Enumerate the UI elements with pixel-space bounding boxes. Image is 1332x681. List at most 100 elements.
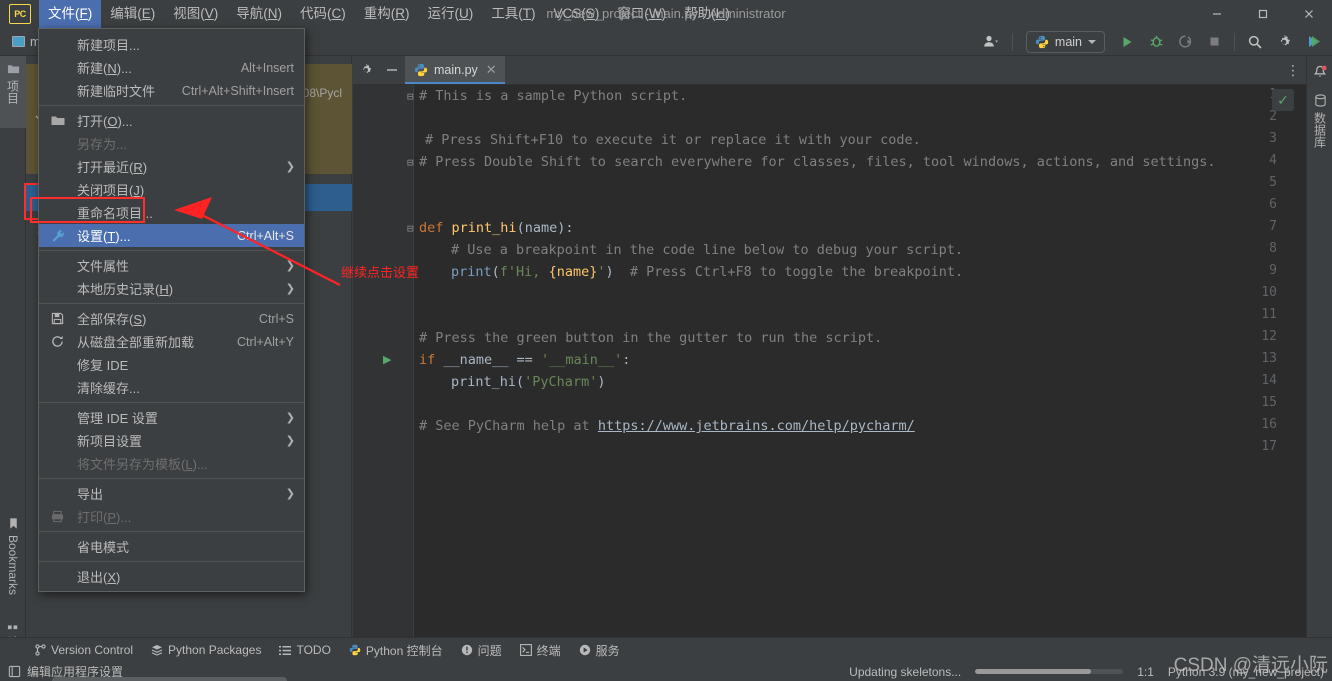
file-menu-item-16[interactable]: 新项目设置❯ <box>39 429 304 452</box>
menubar-item-8[interactable]: VCS(S) <box>545 0 609 28</box>
file-menu-item-20[interactable]: 省电模式 <box>39 535 304 558</box>
code-line-12: # Press the green button in the gutter t… <box>419 327 882 349</box>
file-menu-item-18[interactable]: 导出❯ <box>39 482 304 505</box>
bottom-bar-item-todo[interactable]: TODO <box>270 638 339 663</box>
menubar-item-2[interactable]: 视图(V) <box>164 0 227 28</box>
menubar-item-3[interactable]: 导航(N) <box>227 0 291 28</box>
bottom-bar-item--[interactable]: 服务 <box>570 638 629 663</box>
close-button[interactable] <box>1286 0 1332 28</box>
maximize-button[interactable] <box>1240 0 1286 28</box>
file-menu-item-accelerator: Ctrl+Alt+Y <box>237 335 294 349</box>
file-menu-item-accelerator: Alt+Insert <box>241 61 294 75</box>
line-number: 12 <box>1261 329 1277 344</box>
line-number: 13 <box>1261 351 1277 366</box>
file-menu-separator <box>39 531 304 532</box>
python-icon <box>1035 35 1049 49</box>
sidebar-item-project[interactable]: 项目 <box>0 56 26 128</box>
file-menu-item-13[interactable]: 修复 IDE <box>39 353 304 376</box>
stop-icon[interactable] <box>1201 30 1227 54</box>
file-menu-item-1[interactable]: 新建(N)... Alt+Insert <box>39 56 304 79</box>
todo-list-icon <box>279 645 291 656</box>
caret-position[interactable]: 1:1 <box>1137 665 1154 679</box>
annotation-callout-text: 继续点击设置 <box>341 262 419 281</box>
run-gutter-icon[interactable]: ▶ <box>383 353 391 366</box>
packages-icon <box>151 644 163 656</box>
bottom-bar-item-label: Python 控制台 <box>366 642 443 659</box>
settings-gear-icon[interactable] <box>1271 30 1297 54</box>
code-line-1: # This is a sample Python script. <box>419 85 687 107</box>
bottom-bar-item-python-packages[interactable]: Python Packages <box>142 638 270 663</box>
editor-options-kebab-icon[interactable]: ⋮ <box>1286 56 1300 85</box>
editor-tab-main-py[interactable]: main.py ✕ <box>405 56 505 84</box>
bottom-bar-item-version-control[interactable]: Version Control <box>26 638 142 663</box>
code-line-9: print(f'Hi, {name}') # Press Ctrl+F8 to … <box>451 261 963 283</box>
file-menu-item-label: 新建(N)... <box>77 58 132 77</box>
file-menu-item-5[interactable]: 打开最近(R)❯ <box>39 155 304 178</box>
file-menu-item-label: 打开(O)... <box>77 111 133 130</box>
chevron-down-icon <box>1088 40 1096 44</box>
save-icon <box>51 307 64 330</box>
file-menu-item-2[interactable]: 新建临时文件Ctrl+Alt+Shift+Insert <box>39 79 304 102</box>
sidebar-item-database[interactable]: 数据库 <box>1307 88 1332 160</box>
menubar-item-6[interactable]: 运行(U) <box>419 0 483 28</box>
file-menu-item-14[interactable]: 清除缓存... <box>39 376 304 399</box>
file-menu-item-label: 打印(P)... <box>77 507 131 526</box>
file-menu-item-label: 管理 IDE 设置 <box>77 408 158 427</box>
file-menu-item-label: 全部保存(S) <box>77 309 146 328</box>
file-menu-separator <box>39 478 304 479</box>
run-configuration-selector[interactable]: main <box>1026 31 1105 53</box>
bottom-bar-item--[interactable]: 终端 <box>511 638 570 663</box>
menubar-item-5[interactable]: 重构(R) <box>355 0 419 28</box>
project-widget[interactable]: m <box>12 35 40 49</box>
folder-icon <box>51 109 65 132</box>
file-menu-dropdown[interactable]: 新建项目... 新建(N)... Alt+Insert 新建临时文件Ctrl+Alt+… <box>38 28 305 592</box>
menubar-item-1[interactable]: 编辑(E) <box>101 0 164 28</box>
file-menu-item-label: 关闭项目(J) <box>77 180 144 199</box>
file-menu-item-label: 从磁盘全部重新加载 <box>77 332 194 351</box>
editor-settings-gear-icon[interactable] <box>353 56 379 84</box>
code-fold-toggle[interactable]: ⊟ <box>407 156 414 169</box>
file-menu-item-15[interactable]: 管理 IDE 设置❯ <box>39 406 304 429</box>
file-menu-item-21[interactable]: 退出(X) <box>39 565 304 588</box>
user-icon[interactable] <box>979 30 1005 54</box>
line-number: 2 <box>1269 109 1277 124</box>
search-icon[interactable] <box>1242 30 1268 54</box>
debug-icon[interactable] <box>1143 30 1169 54</box>
terminal-icon <box>520 644 532 656</box>
file-menu-item-label: 新建项目... <box>77 35 140 54</box>
sidebar-item-bookmarks[interactable]: Bookmarks <box>0 511 26 621</box>
file-menu-item-4: 另存为... <box>39 132 304 155</box>
minimize-button[interactable] <box>1194 0 1240 28</box>
file-menu-item-3[interactable]: 打开(O)... <box>39 109 304 132</box>
profile-icon[interactable] <box>1172 30 1198 54</box>
menubar-item-7[interactable]: 工具(T) <box>482 0 544 28</box>
sidebar-item-project-label: 项目 <box>5 80 22 104</box>
bottom-bar-item--[interactable]: 问题 <box>452 638 511 663</box>
file-menu-separator <box>39 402 304 403</box>
annotation-arrow <box>140 185 355 295</box>
file-menu-item-12[interactable]: 从磁盘全部重新加载 Ctrl+Alt+Y <box>39 330 304 353</box>
code-fold-toggle[interactable]: ⊟ <box>407 90 414 103</box>
notifications-bell-icon[interactable] <box>1307 58 1332 86</box>
menubar-item-10[interactable]: 帮助(H) <box>675 0 739 28</box>
pycharm-help-link[interactable]: https://www.jetbrains.com/help/pycharm/ <box>598 418 915 434</box>
app-settings-icon <box>8 665 21 678</box>
menubar-item-9[interactable]: 窗口(W) <box>608 0 675 28</box>
bottom-bar-item-label: 服务 <box>596 642 620 659</box>
inspection-status-badge[interactable]: ✓ <box>1272 89 1294 111</box>
menubar-item-4[interactable]: 代码(C) <box>291 0 355 28</box>
editor-hide-button[interactable] <box>379 56 405 84</box>
editor-area: main.py ✕ ⋮ 1⊟234⊟567⊟8910111213▶1415161… <box>353 56 1306 637</box>
menubar-item-0[interactable]: 文件(F) <box>39 0 101 28</box>
ai-assistant-icon[interactable] <box>1300 30 1326 54</box>
project-horizontal-scrollbar[interactable] <box>52 677 287 681</box>
bottom-bar-item-python-[interactable]: Python 控制台 <box>340 638 452 663</box>
file-menu-item-11[interactable]: 全部保存(S)Ctrl+S <box>39 307 304 330</box>
run-icon[interactable] <box>1114 30 1140 54</box>
bottom-bar-item-label: 问题 <box>478 642 502 659</box>
close-icon[interactable]: ✕ <box>486 62 497 78</box>
file-menu-item-0[interactable]: 新建项目... <box>39 33 304 56</box>
code-editor[interactable]: 1⊟234⊟567⊟8910111213▶14151617 # This is … <box>353 85 1306 637</box>
menu-bar: 文件(F)编辑(E)视图(V)导航(N)代码(C)重构(R)运行(U)工具(T)… <box>39 0 739 28</box>
code-fold-toggle[interactable]: ⊟ <box>407 222 414 235</box>
